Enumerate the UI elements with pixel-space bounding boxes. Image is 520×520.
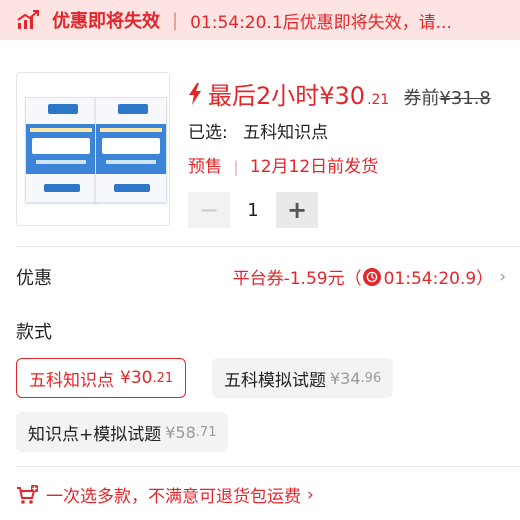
flash-price: 最后2小时¥30: [208, 82, 366, 110]
increase-quantity-button[interactable]: +: [276, 192, 318, 228]
selected-spec-row: 已选: 五科知识点: [188, 118, 328, 143]
selected-value: 五科知识点: [243, 123, 329, 143]
spec-option[interactable]: 五科模拟试题 ¥34 .96: [212, 358, 394, 398]
coupon-label: 优惠: [16, 268, 52, 289]
decrease-quantity-button[interactable]: −: [188, 192, 230, 228]
book-cover-left: [25, 97, 97, 203]
book-cover-right: [95, 97, 167, 203]
presale-separator: |: [233, 158, 239, 176]
presale-row: 预售 | 12月12日前发货: [188, 152, 378, 177]
selected-label: 已选:: [188, 123, 228, 143]
presale-date: 12月12日前发货: [249, 157, 379, 177]
spec-section-title: 款式: [16, 322, 52, 343]
divider: [16, 466, 520, 467]
product-thumbnail[interactable]: [16, 72, 170, 226]
chevron-right-icon: ›: [499, 266, 506, 287]
multi-select-promo[interactable]: 一次选多款，不满意可退货包运费 ›: [16, 482, 314, 507]
spec-option-label: 五科知识点: [29, 370, 114, 391]
clock-icon: [362, 267, 381, 286]
spec-option-price-decimal: .71: [195, 424, 217, 440]
chevron-right-icon: ›: [307, 484, 314, 505]
lightning-icon: [189, 82, 201, 105]
spec-option-price-decimal: .21: [152, 370, 174, 386]
spec-option-price: ¥34: [330, 368, 361, 388]
spec-option-label: 知识点+模拟试题: [28, 424, 162, 445]
banner-message: 01:54:20.1后优惠即将失效，请...: [190, 12, 452, 33]
spec-option-price-decimal: .96: [360, 370, 382, 386]
spec-option-selected[interactable]: 五科知识点 ¥30 .21: [16, 358, 187, 398]
divider: [16, 246, 520, 247]
spec-option[interactable]: 知识点+模拟试题 ¥58 .71: [16, 412, 229, 452]
presale-label: 预售: [188, 157, 222, 177]
price-before-coupon-label: 券前: [403, 88, 440, 109]
flash-price-decimal: .21: [367, 92, 390, 108]
quantity-value[interactable]: 1: [230, 200, 276, 221]
quantity-stepper: − 1 +: [188, 192, 318, 228]
spec-option-price: ¥30: [120, 368, 153, 388]
banner-separator: |: [172, 9, 179, 31]
spec-option-label: 五科模拟试题: [224, 370, 326, 391]
price-row: 最后2小时¥30 .21 券前 ¥31.8: [188, 76, 491, 111]
trend-up-icon: [17, 10, 39, 29]
original-price: ¥31.8: [439, 88, 491, 109]
banner-title: 优惠即将失效: [52, 11, 160, 32]
promo-text: 一次选多款，不满意可退货包运费: [46, 487, 301, 507]
cart-plus-icon: [17, 484, 38, 504]
coupon-text: 平台券-1.59元（: [232, 269, 362, 289]
expiry-banner: 优惠即将失效 | 01:54:20.1后优惠即将失效，请...: [0, 0, 520, 40]
coupon-countdown: 01:54:20.9）: [383, 269, 494, 289]
coupon-row[interactable]: 平台券-1.59元（ 01:54:20.9） ›: [232, 264, 506, 290]
spec-option-price: ¥58: [165, 422, 196, 442]
